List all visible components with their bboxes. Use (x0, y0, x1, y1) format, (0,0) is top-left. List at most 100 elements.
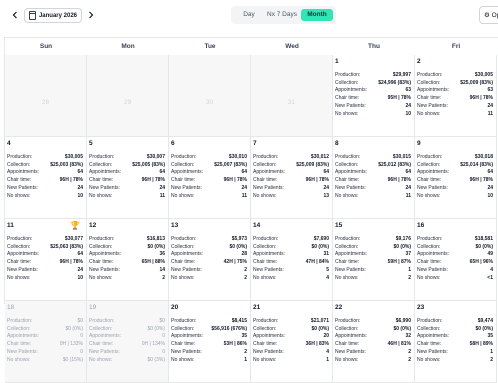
stat-row: Production: $29,997 (335, 72, 411, 80)
stat-value: 0H | 134% (141, 341, 165, 348)
stat-label: No shows: (89, 274, 113, 281)
stat-value: 64 (405, 169, 411, 176)
stat-value: $25,014 (83%) (460, 161, 493, 168)
stat-row: Production: $30,012 (253, 154, 329, 162)
stat-label: Production: (89, 236, 115, 242)
calendar-day-cell[interactable]: 30 (169, 55, 251, 137)
calendar-day-cell[interactable]: 1 Production: $29,997 Collection: $24,996 (8… (333, 55, 415, 137)
calendar-day-cell[interactable]: 5 Production: $30,007 Collection: $25,005 (8… (87, 137, 169, 219)
stat-value: $16,813 (146, 236, 165, 242)
day-number: 2 (417, 58, 421, 65)
stat-row: Production: $0 (89, 318, 165, 326)
stat-value: 59H | 87% (387, 259, 411, 266)
trophy-icon: 🏆 (70, 221, 80, 230)
day-stats: Production: $9,474 Collection: $0 (0%) Appoi… (417, 318, 493, 364)
stat-label: Chair time: (7, 259, 32, 266)
stat-label: Production: (7, 318, 33, 324)
stat-row: Appointments: 64 (417, 169, 493, 177)
calendar-day-cell[interactable]: 29 (87, 55, 169, 137)
view-month-tab[interactable]: Month (301, 9, 333, 21)
view-switcher: Day Nx 7 Days Month (231, 6, 336, 24)
stat-row: Appointments: 32 (335, 333, 411, 341)
day-stats: Production: $9,176 Collection: $0 (0%) Appoi… (335, 236, 411, 282)
stat-label: Chair time: (335, 259, 360, 266)
stat-row: Chair time: 47H | 84% (253, 259, 329, 267)
calendar-day-cell[interactable]: 11 🏆 Production: $30,077 Collection: $25,063 … (5, 219, 87, 301)
stat-row: Appointments: 64 (7, 251, 83, 259)
stat-label: New Patients: (7, 348, 38, 355)
stat-label: Appointments: (89, 169, 121, 176)
stat-label: Production: (417, 236, 443, 242)
stat-label: Appointments: (171, 169, 203, 176)
view-day-tab[interactable]: Day (237, 9, 261, 21)
stat-row: New Patients: 24 (89, 185, 165, 193)
stat-value: 0 (80, 333, 83, 340)
stat-value: 1 (408, 266, 411, 273)
stat-row: Collection: $25,012 (83%) (335, 162, 411, 170)
calendar-day-cell[interactable]: 2 Production: $30,005 Collection: $25,009 (8… (415, 55, 497, 137)
options-button[interactable]: ⚙ Op (479, 6, 498, 24)
stat-value: 0 (162, 348, 165, 355)
calendar-day-cell[interactable]: 19 Production: $0 Collection: $0 (0%) Appoint… (87, 301, 169, 383)
stat-label: New Patients: (417, 266, 448, 273)
stat-value: 64 (159, 169, 165, 176)
prev-month-button[interactable] (8, 7, 22, 23)
calendar-day-cell[interactable]: 28 (5, 55, 87, 137)
calendar-day-cell[interactable]: 16 Production: $18,581 Collection: $0 (0%) Ap… (415, 219, 497, 301)
stat-value: $30,018 (474, 154, 493, 160)
stat-label: Appointments: (171, 333, 203, 340)
day-number: 5 (89, 140, 93, 147)
calendar-day-cell[interactable]: 9 Production: $30,018 Collection: $25,014 (8… (415, 137, 497, 219)
stat-row: Appointments: 31 (253, 251, 329, 259)
stat-label: Chair time: (253, 341, 278, 348)
stat-value: $0 (0%) (65, 325, 83, 332)
stat-label: No shows: (417, 356, 441, 363)
stat-row: Collection: $0 (0%) (335, 326, 411, 334)
stat-label: No shows: (89, 356, 113, 363)
stat-value: $30,005 (64, 154, 83, 160)
calendar-day-cell[interactable]: 6 Production: $30,010 Collection: $25,007 (8… (169, 137, 251, 219)
calendar-day-cell[interactable]: 7 Production: $30,012 Collection: $25,009 (8… (251, 137, 333, 219)
calendar-day-cell[interactable]: 13 Production: $5,973 Collection: $0 (0%) App… (169, 219, 251, 301)
calendar-day-cell[interactable]: 31 (251, 55, 333, 137)
stat-row: Appointments: 64 (253, 169, 329, 177)
calendar-day-cell[interactable]: 21 Production: $21,071 Collection: $0 (0%) Ap… (251, 301, 333, 383)
stat-row: Appointments: 64 (89, 169, 165, 177)
stat-value: 2 (490, 356, 493, 363)
stat-label: Appointments: (253, 333, 285, 340)
calendar-day-cell[interactable]: 15 Production: $9,176 Collection: $0 (0%) App… (333, 219, 415, 301)
stat-row: Production: $30,007 (89, 154, 165, 162)
calendar-day-cell[interactable]: 14 Production: $7,690 Collection: $0 (0%) App… (251, 219, 333, 301)
stat-label: No shows: (171, 274, 195, 281)
calendar-day-cell[interactable]: 22 Production: $6,990 Collection: $0 (0%) App… (333, 301, 415, 383)
stat-row: No shows: 11 (335, 193, 411, 201)
calendar-day-cell[interactable]: 20 Production: $8,415 Collection: $56,916 (6… (169, 301, 251, 383)
calendar-day-cell[interactable]: 12 Production: $16,813 Collection: $0 (0%) Ap… (87, 219, 169, 301)
stat-row: Chair time: 65H | 88% (89, 259, 165, 267)
stat-label: No shows: (417, 110, 441, 117)
day-stats: Production: $30,077 Collection: $25,063 (83… (7, 236, 83, 282)
stat-row: Chair time: 53H | 86% (171, 341, 247, 349)
stat-label: New Patients: (253, 266, 284, 273)
calendar-day-cell[interactable]: 8 Production: $30,015 Collection: $25,012 (8… (333, 137, 415, 219)
stat-label: No shows: (335, 356, 359, 363)
stat-label: Collection: (171, 325, 195, 332)
stat-label: Appointments: (335, 169, 367, 176)
view-7days-tab[interactable]: Nx 7 Days (265, 9, 299, 21)
stat-row: Chair time: 58H | 89% (417, 341, 493, 349)
stat-value: 1 (490, 348, 493, 355)
stat-label: Collection: (171, 243, 195, 250)
stat-value: $6,990 (395, 318, 411, 324)
stat-label: Chair time: (335, 177, 360, 184)
calendar-day-cell[interactable]: 23 Production: $9,474 Collection: $0 (0%) App… (415, 301, 497, 383)
calendar-day-cell[interactable]: 18 Production: $0 Collection: $0 (0%) Appoint… (5, 301, 87, 383)
stat-value: $0 (0%) (393, 243, 411, 250)
next-month-button[interactable] (84, 7, 98, 23)
month-picker[interactable]: January 2026 (24, 8, 82, 23)
stat-value: 0 (162, 333, 165, 340)
stat-value: 24 (323, 184, 329, 191)
stat-label: Collection: (335, 79, 359, 86)
stat-row: No shows: 1 (253, 357, 329, 365)
calendar-day-cell[interactable]: 4 Production: $30,005 Collection: $25,003 (8… (5, 137, 87, 219)
stat-label: Chair time: (335, 341, 360, 348)
